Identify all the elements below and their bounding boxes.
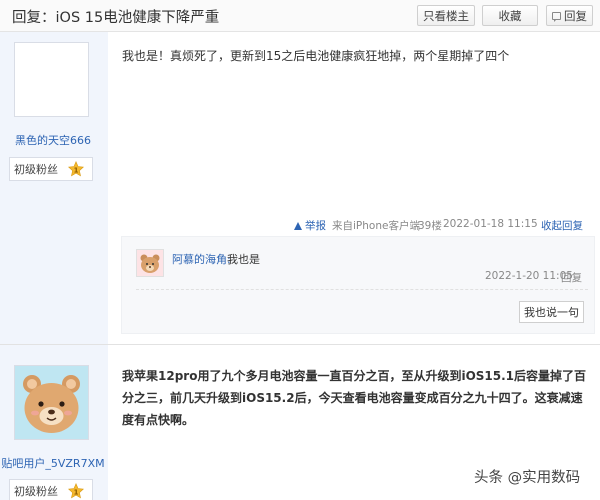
sub-reply-text: 我也是 — [227, 253, 260, 266]
post-time: 2022-01-18 11:15 — [443, 218, 538, 230]
bear-avatar-icon — [137, 250, 163, 276]
report-link[interactable]: 举报 — [294, 218, 326, 233]
thread-header: 回复：iOS 15电池健康下降严重 只看楼主 收藏 回复 — [0, 0, 600, 32]
watermark: 头条 @实用数码 — [474, 470, 581, 486]
svg-text:1: 1 — [74, 167, 79, 175]
level-badge[interactable]: 初级粉丝 1 — [9, 157, 93, 181]
say-something-button[interactable]: 我也说一句 — [519, 301, 584, 323]
bear-avatar-icon — [15, 366, 88, 439]
client-source: 来自iPhone客户端 — [332, 220, 420, 232]
collapse-replies-link[interactable]: 收起回复 — [541, 218, 583, 233]
report-label: 举报 — [305, 220, 326, 232]
sub-reply-box: 阿慕的海角: 我也是 2022-1-20 11:05 回复 我也说一句 — [121, 236, 595, 334]
post-1-content: 我也是！真烦死了，更新到15之后电池健康疯狂地掉，两个星期掉了四个 — [122, 49, 510, 63]
avatar[interactable] — [14, 365, 89, 440]
divider — [136, 289, 588, 290]
forum-thread-page: 回复：iOS 15电池健康下降严重 只看楼主 收藏 回复 黑色的天空666 初级… — [0, 0, 600, 500]
sub-reply-user[interactable]: 阿慕的海角: — [172, 251, 231, 267]
warning-icon — [294, 222, 302, 230]
thread-title: 回复：iOS 15电池健康下降严重 — [12, 10, 220, 26]
post-2-content: 我苹果12pro用了九个多月电池容量一直百分之百，至从升级到iOS15.1后容量… — [122, 369, 587, 427]
level-label: 初级粉丝 — [14, 485, 58, 498]
avatar[interactable] — [14, 42, 89, 117]
favorite-button[interactable]: 收藏 — [482, 5, 538, 26]
sub-reply-avatar[interactable] — [136, 249, 164, 277]
level-label: 初级粉丝 — [14, 163, 58, 176]
svg-text:1: 1 — [74, 489, 79, 497]
author-name[interactable]: 黑色的天空666 — [0, 132, 106, 148]
level-badge[interactable]: 初级粉丝 1 — [9, 479, 93, 500]
sub-reply-reply-link[interactable]: 回复 — [561, 270, 582, 285]
sub-reply-time: 2022-1-20 11:05 — [485, 270, 573, 282]
post-2-author-column: 贴吧用户_5VZR7XM 初级粉丝 1 — [0, 345, 108, 500]
reply-icon — [552, 11, 561, 22]
star-icon: 1 — [68, 161, 84, 177]
post-1-author-column: 黑色的天空666 初级粉丝 1 — [0, 32, 108, 345]
reply-button[interactable]: 回复 — [546, 5, 593, 26]
only-op-button[interactable]: 只看楼主 — [417, 5, 475, 26]
author-name[interactable]: 贴吧用户_5VZR7XM — [0, 455, 106, 471]
floor-number: 39楼 — [418, 220, 442, 232]
star-icon: 1 — [68, 483, 84, 499]
reply-button-label: 回复 — [564, 8, 587, 23]
